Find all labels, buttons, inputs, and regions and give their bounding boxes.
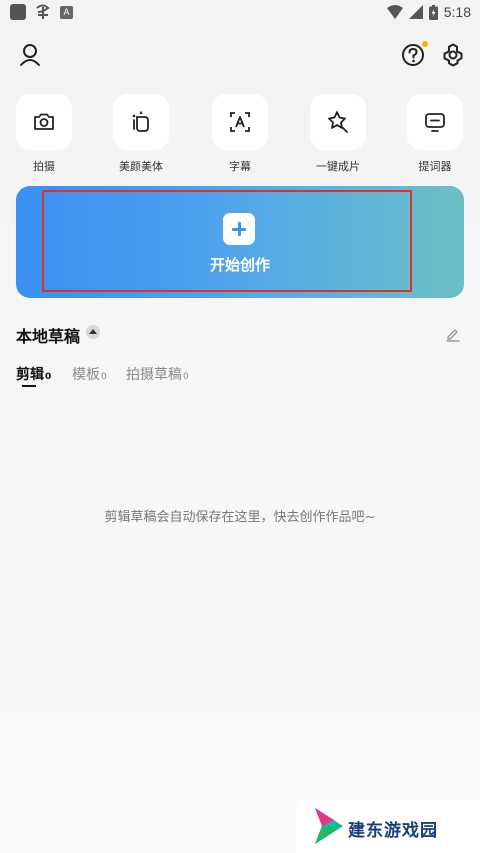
status-left-icons: A — [10, 4, 73, 20]
subtitle-icon — [230, 112, 250, 132]
tab-label: 拍摄草稿 — [126, 367, 182, 383]
status-bar: A 5:18 — [0, 0, 480, 26]
wifi-icon — [386, 5, 403, 19]
tab-underline — [22, 385, 36, 387]
tool-teleprompter[interactable]: 提词器 — [407, 94, 463, 173]
watermark-text: 建东游戏园 — [348, 821, 438, 841]
app-square-icon — [10, 4, 26, 20]
watermark-logo-icon — [315, 808, 343, 844]
settings-button[interactable] — [438, 40, 468, 70]
edit-icon[interactable] — [444, 325, 462, 343]
tab-template[interactable]: 模板0 — [72, 364, 107, 384]
ribbon-icon — [36, 4, 50, 19]
teleprompter-icon — [425, 113, 445, 132]
tab-label: 剪辑 — [16, 367, 44, 383]
tab-edit[interactable]: 剪辑0 — [16, 364, 51, 384]
tool-camera-box[interactable] — [16, 94, 72, 150]
a-icon: A — [60, 5, 73, 19]
drafts-title: 本地草稿 — [16, 327, 81, 346]
tool-beauty-box[interactable] — [113, 94, 169, 150]
tool-camera[interactable]: 拍摄 — [16, 94, 72, 173]
user-icon — [20, 44, 40, 66]
signal-icon — [408, 5, 423, 19]
tool-label: 拍摄 — [33, 160, 55, 173]
tab-label: 模板 — [72, 367, 100, 383]
tool-label: 字幕 — [229, 160, 251, 173]
tab-count: 0 — [45, 372, 52, 382]
gear-icon — [443, 43, 463, 67]
tool-teleprompter-box[interactable] — [407, 94, 463, 150]
status-right-icons: 5:18 — [386, 4, 471, 20]
tool-subtitle[interactable]: 字幕 — [212, 94, 268, 173]
profile-button[interactable] — [15, 40, 45, 70]
tool-subtitle-box[interactable] — [212, 94, 268, 150]
start-creation-label[interactable]: 开始创作 — [140, 254, 340, 275]
magic-icon — [328, 111, 348, 133]
collapse-icon[interactable] — [86, 325, 100, 339]
camera-icon — [34, 113, 54, 130]
notification-dot — [422, 41, 428, 47]
tool-magic[interactable]: 一键成片 — [310, 94, 366, 173]
tab-shoot-drafts[interactable]: 拍摄草稿0 — [126, 364, 189, 384]
status-time: 5:18 — [443, 4, 471, 20]
watermark: 建东游戏园 — [296, 800, 480, 853]
plus-icon[interactable] — [223, 213, 255, 245]
tool-label: 一键成片 — [316, 160, 360, 173]
tab-count: 0 — [101, 372, 107, 382]
tool-label: 美颜美体 — [119, 160, 163, 173]
tool-magic-box[interactable] — [310, 94, 366, 150]
tab-count: 0 — [183, 372, 189, 382]
help-button[interactable] — [398, 40, 428, 70]
tool-beauty[interactable]: 美颜美体 — [113, 94, 169, 173]
empty-drafts-message: 剪辑草稿会自动保存在这里，快去创作作品吧~ — [104, 510, 376, 525]
beauty-icon — [132, 110, 149, 132]
battery-icon — [428, 4, 438, 20]
tool-label: 提词器 — [418, 160, 452, 173]
